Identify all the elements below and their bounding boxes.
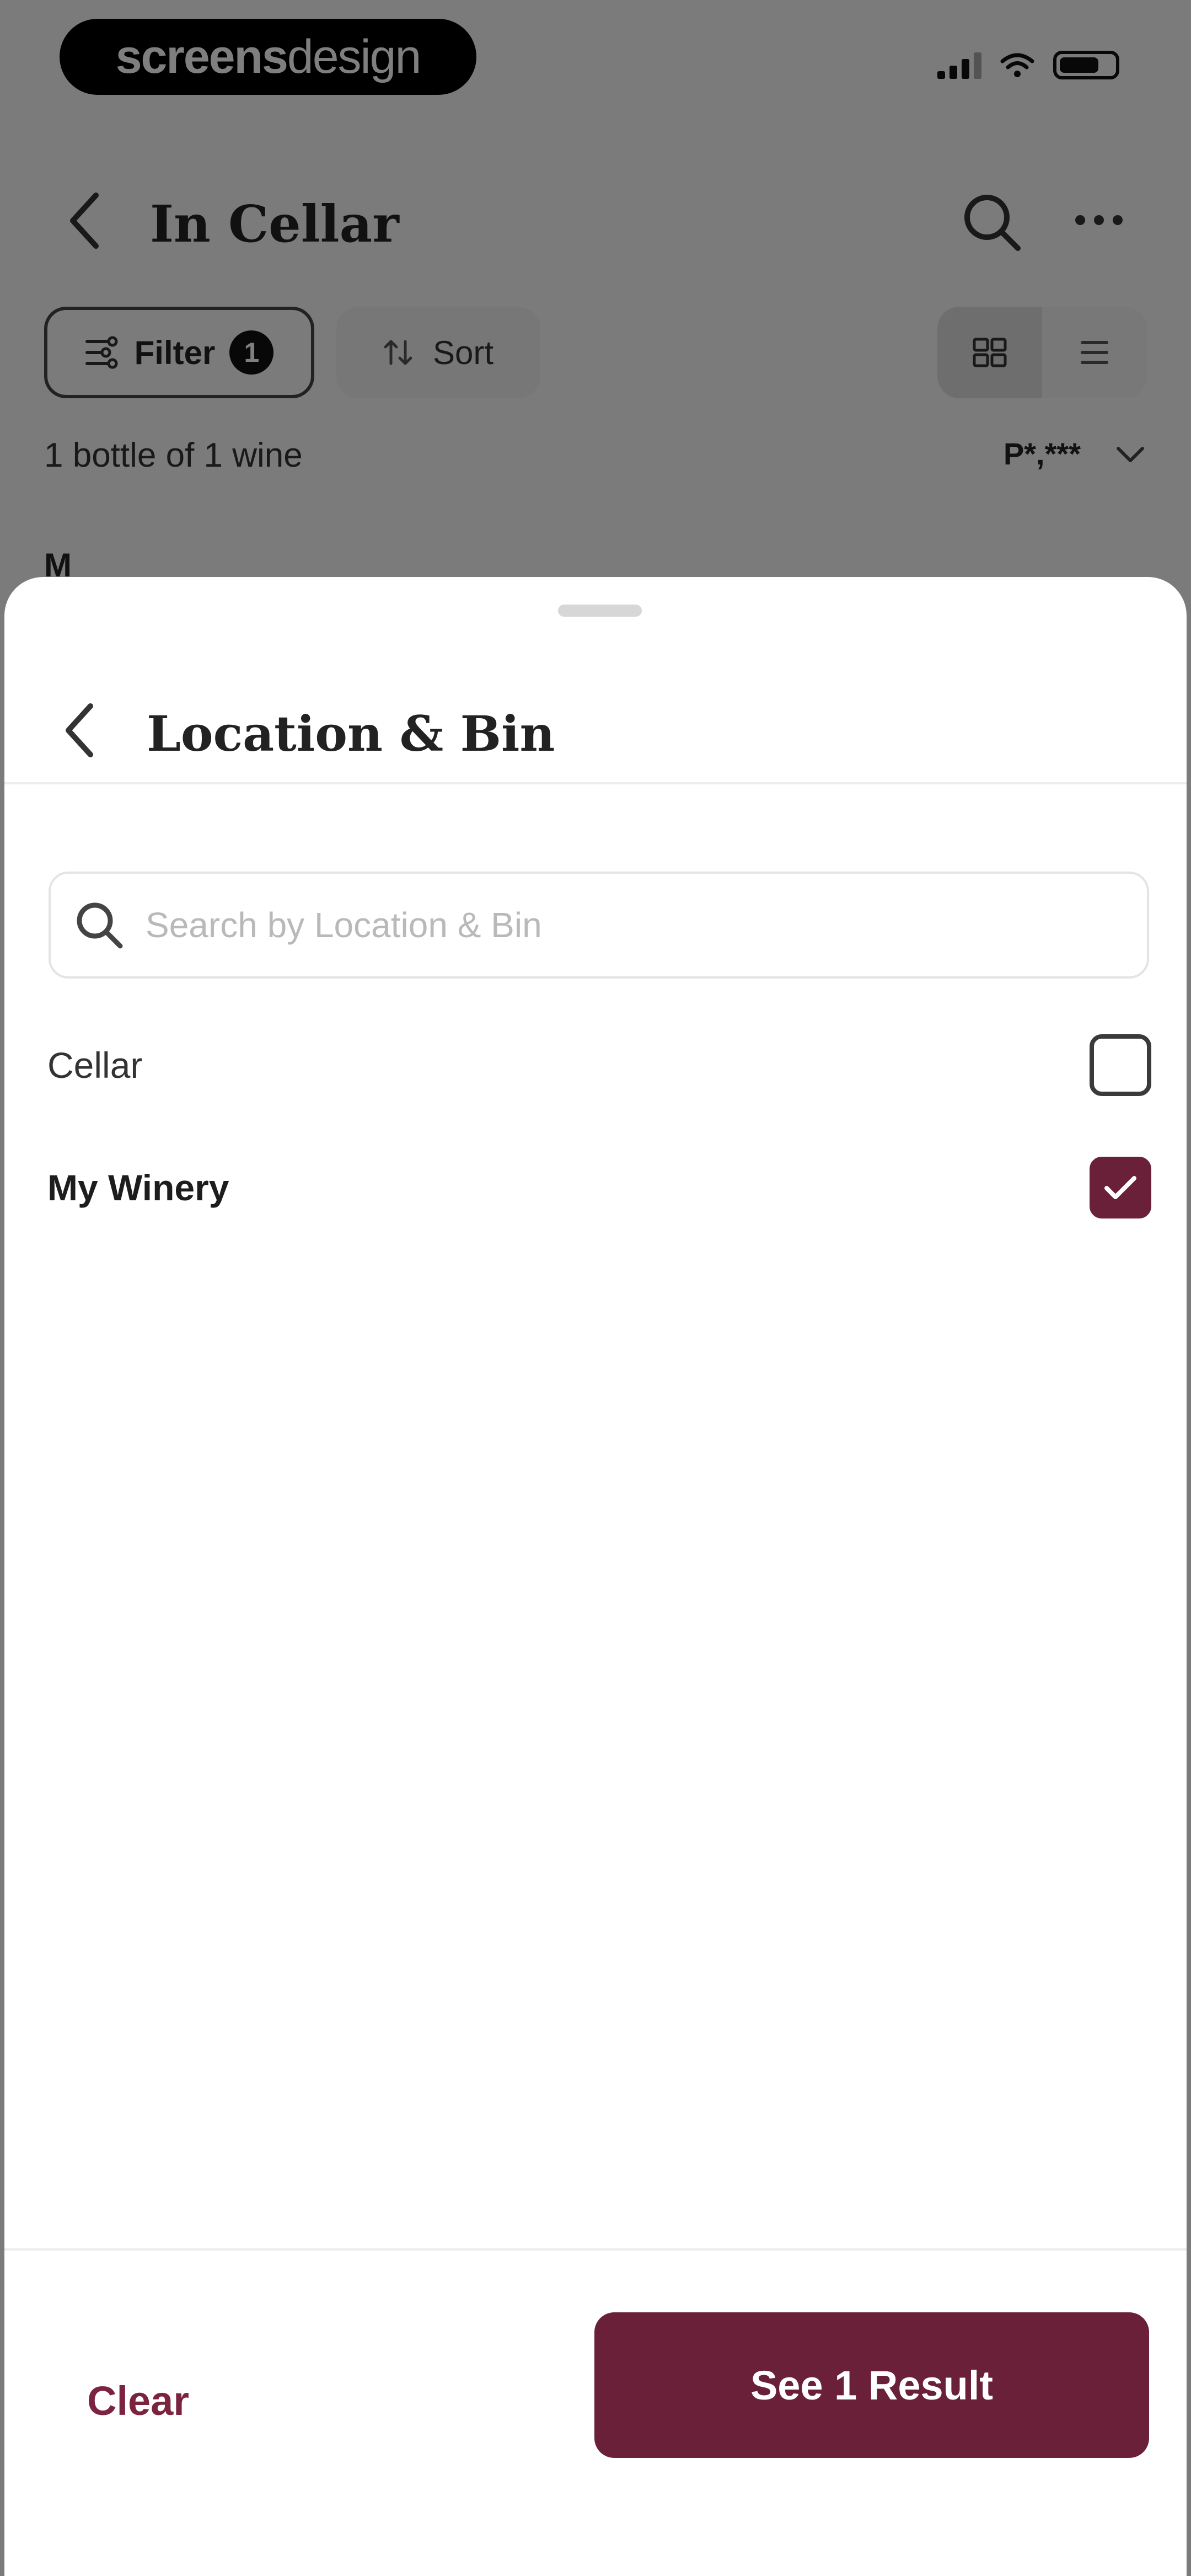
sheet-title: Location & Bin: [147, 705, 555, 762]
search-input[interactable]: [127, 874, 1147, 976]
search-field[interactable]: [49, 872, 1149, 979]
option-label: Cellar: [47, 1045, 143, 1086]
option-row-my-winery[interactable]: My Winery: [43, 1146, 1151, 1229]
sheet-header: Location & Bin: [4, 632, 1187, 784]
checkbox-cellar[interactable]: [1090, 1034, 1151, 1096]
see-results-button[interactable]: See 1 Result: [594, 2312, 1149, 2458]
drag-handle[interactable]: [558, 605, 642, 617]
back-arrow-icon[interactable]: [60, 698, 101, 762]
checkmark-icon: [1104, 1176, 1136, 1199]
checkbox-my-winery[interactable]: [1090, 1157, 1151, 1218]
sheet-footer: Clear See 1 Result: [4, 2248, 1187, 2576]
option-row-cellar[interactable]: Cellar: [43, 1024, 1151, 1107]
search-icon: [77, 902, 123, 949]
clear-button[interactable]: Clear: [87, 2377, 189, 2424]
location-bin-sheet: Location & Bin Cellar My Winery Clear Se…: [4, 577, 1187, 2576]
option-label: My Winery: [47, 1167, 229, 1208]
